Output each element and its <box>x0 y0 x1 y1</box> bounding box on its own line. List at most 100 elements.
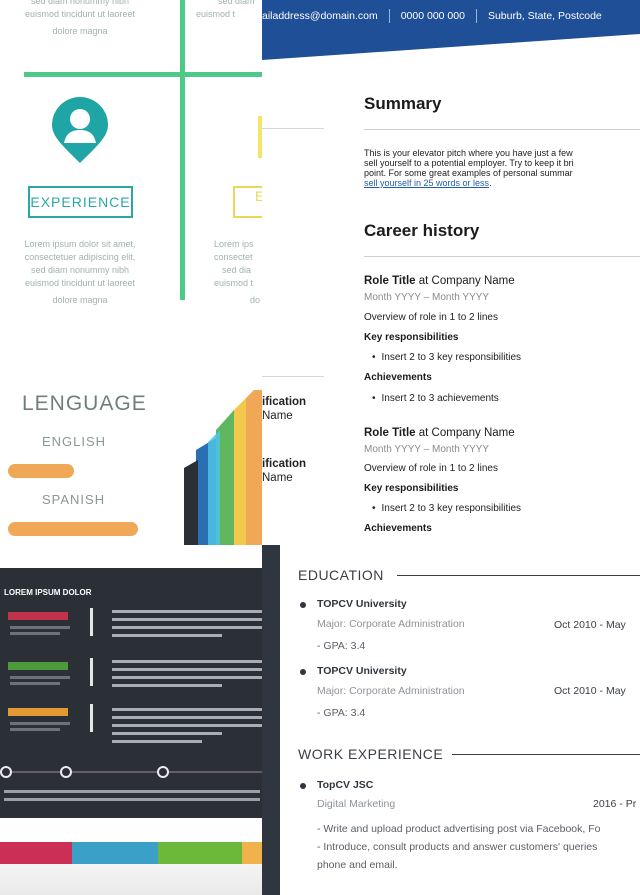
timeline-dot <box>60 766 72 778</box>
text-placeholder <box>10 728 60 731</box>
role-dates: Month YYYY – Month YYYY <box>364 292 490 303</box>
lorem-text: Lorem ipsum dolor sit amet, consectetuer… <box>24 239 136 305</box>
experience-label: EXPERIENCE <box>28 186 133 218</box>
section-rule <box>364 129 640 130</box>
timeline-bar <box>90 658 93 686</box>
bullet-icon <box>300 669 306 675</box>
role-title: Role Title at Company Name <box>364 275 515 287</box>
sidebar-qualification: ification Name <box>262 458 307 484</box>
education-dates: Oct 2010 - May <box>554 619 626 631</box>
color-stripe <box>0 842 72 864</box>
side-stripe <box>262 545 280 895</box>
company-name: TopCV JSC <box>317 779 374 791</box>
experience-label-partial: E <box>233 186 262 218</box>
summary-heading: Summary <box>364 94 442 113</box>
language-bar-english <box>8 464 74 478</box>
tag-red <box>8 612 68 620</box>
school-name: TOPCV University <box>317 598 407 610</box>
text-placeholder <box>112 668 262 671</box>
work-dates: 2016 - Pr <box>593 798 637 810</box>
tag-green <box>8 662 68 670</box>
dark-infographic-preview[interactable]: LOREM IPSUM DOLOR <box>0 568 262 895</box>
infographic-title: LOREM IPSUM DOLOR <box>4 588 92 597</box>
gpa-text: - GPA: 3.4 <box>317 707 366 719</box>
language-title: LENGUAGE <box>22 392 147 415</box>
timeline-bar <box>90 608 93 636</box>
email-text: ailaddress@domain.com <box>262 10 378 22</box>
topcv-resume-preview[interactable]: EDUCATION TOPCV University Major: Corpor… <box>262 545 640 895</box>
sidebar-rule <box>262 128 324 129</box>
text-placeholder <box>10 682 60 685</box>
text-placeholder <box>112 684 222 687</box>
role-dates: Month YYYY – Month YYYY <box>364 444 490 455</box>
text-placeholder <box>112 634 222 637</box>
work-description: - Write and upload product advertising p… <box>317 823 601 835</box>
text-placeholder <box>10 676 70 679</box>
text-placeholder <box>112 708 262 711</box>
color-stripe <box>242 842 262 864</box>
timeline-bar <box>90 704 93 732</box>
summary-link[interactable]: sell yourself in 25 words or less <box>364 178 489 188</box>
timeline-track <box>4 771 262 773</box>
phone-text: 0000 000 000 <box>400 10 465 22</box>
section-rule <box>452 754 640 755</box>
divider <box>24 72 262 77</box>
text-placeholder <box>10 722 70 725</box>
role-overview: Overview of role in 1 to 2 lines <box>364 463 498 474</box>
gpa-text: - GPA: 3.4 <box>317 640 366 652</box>
language-bar-spanish <box>8 522 138 536</box>
role-overview: Overview of role in 1 to 2 lines <box>364 312 498 323</box>
sidebar-rule <box>262 376 324 377</box>
text-placeholder <box>112 740 202 743</box>
text-placeholder <box>10 626 70 629</box>
tag-orange <box>8 708 68 716</box>
color-stripe <box>72 842 158 864</box>
books-icon <box>184 390 262 545</box>
lorem-text: Lorem ips consectet sed dia euismod t do <box>214 239 261 305</box>
achievements-heading: Achievements <box>364 372 432 383</box>
work-experience-heading: WORK EXPERIENCE <box>298 746 444 762</box>
text-placeholder <box>112 716 262 719</box>
career-heading: Career history <box>364 221 480 240</box>
lorem-text: sed diam euismod t <box>196 0 255 19</box>
bullet-icon <box>300 602 306 608</box>
work-description: phone and email. <box>317 859 398 871</box>
divider <box>180 0 185 300</box>
sidebar-qualification: ification Name <box>262 396 307 422</box>
responsibility-item: Insert 2 to 3 key responsibilities <box>372 352 522 363</box>
responsibilities-heading: Key responsibilities <box>364 332 459 343</box>
major-text: Major: Corporate Administration <box>317 618 465 630</box>
text-placeholder <box>112 724 262 727</box>
separator <box>475 9 477 23</box>
timeline-dot <box>157 766 169 778</box>
responsibility-item: Insert 2 to 3 key responsibilities <box>372 503 522 514</box>
text-placeholder <box>10 632 60 635</box>
timeline-dot <box>0 766 12 778</box>
section-rule <box>397 575 640 576</box>
responsibilities-heading: Key responsibilities <box>364 483 459 494</box>
bullet-icon <box>300 783 306 789</box>
text-placeholder <box>112 618 262 621</box>
text-placeholder <box>112 660 262 663</box>
role-title: Role Title at Company Name <box>364 427 515 439</box>
school-name: TOPCV University <box>317 665 407 677</box>
education-heading: EDUCATION <box>298 567 384 583</box>
contact-bar: ailaddress@domain.com 0000 000 000 Subur… <box>262 0 640 32</box>
infographic-preview[interactable]: sed diam nonummy nibh euismod tincidunt … <box>0 0 262 545</box>
separator <box>388 9 390 23</box>
resume-preview[interactable]: ailaddress@domain.com 0000 000 000 Subur… <box>262 0 640 545</box>
lorem-text: sed diam nonummy nibh euismod tincidunt … <box>24 0 136 36</box>
text-placeholder <box>112 626 262 629</box>
text-placeholder <box>4 798 260 801</box>
language-english: ENGLISH <box>42 434 107 449</box>
position-text: Digital Marketing <box>317 798 396 810</box>
blurred-footer <box>0 864 262 895</box>
education-dates: Oct 2010 - May <box>554 685 626 697</box>
work-description: - Introduce, consult products and answer… <box>317 841 598 853</box>
text-placeholder <box>4 790 260 793</box>
dark-panel <box>0 568 262 818</box>
user-avatar-icon <box>52 97 108 163</box>
address-text: Suburb, State, Postcode <box>487 10 602 22</box>
text-placeholder <box>112 676 262 679</box>
text-placeholder <box>112 610 262 613</box>
